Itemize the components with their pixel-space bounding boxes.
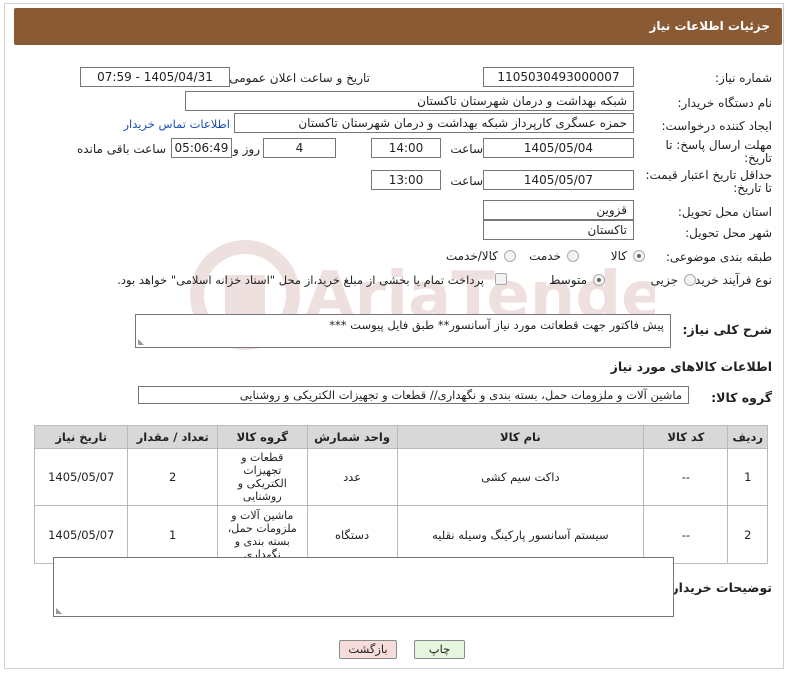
deadline-date-field: 1405/05/04 (483, 138, 634, 158)
province-label: استان محل تحویل: (677, 205, 772, 219)
resize-grip-icon[interactable]: ◢ (138, 337, 144, 346)
deadline-label-2: تاریخ: (744, 151, 772, 165)
description-label: شرح کلی نیاز: (682, 322, 772, 337)
announce-date-label: تاریخ و ساعت اعلان عمومی: (225, 71, 370, 85)
goods-table: ردیف کد کالا نام کالا واحد شمارش گروه کا… (33, 425, 768, 564)
treasury-payment-checkbox[interactable] (495, 273, 507, 285)
category-both-label: کالا/خدمت (445, 249, 498, 263)
cell-date: 1405/05/07 (33, 448, 129, 506)
category-both-radio[interactable] (504, 250, 516, 262)
buyer-notes-text (54, 558, 673, 564)
cell-code: -- (643, 505, 729, 564)
buyer-org-field: شبکه بهداشت و درمان شهرستان تاکستان (185, 91, 634, 111)
col-code: کد کالا (643, 425, 729, 449)
cell-unit: دستگاه (306, 505, 398, 564)
back-button[interactable]: بازگشت (339, 640, 397, 659)
col-qty: تعداد / مقدار (127, 425, 218, 449)
cell-row: 1 (727, 448, 768, 506)
resize-grip-icon[interactable]: ◢ (56, 606, 62, 615)
contact-info-link[interactable]: اطلاعات تماس خریدار (123, 117, 230, 131)
process-minor-radio[interactable] (684, 274, 696, 286)
process-minor-label: جزیی (650, 273, 678, 287)
cell-qty: 2 (127, 448, 218, 506)
description-textarea[interactable]: پیش فاکتور جهت قطعاتت مورد نیاز آسانسور*… (135, 314, 671, 348)
category-goods-radio[interactable] (633, 250, 645, 262)
cell-group: قطعات و تجهیزات الکتریکی و روشنایی (216, 448, 308, 506)
days-label: روز و (233, 142, 260, 156)
cell-unit: عدد (306, 448, 398, 506)
buyer-notes-label: توضیحات خریدار: (666, 580, 772, 595)
price-validity-label-2: تا تاریخ: (733, 181, 772, 195)
need-number-field: 1105030493000007 (483, 67, 634, 87)
category-label: طبقه بندی موضوعی: (665, 250, 772, 264)
goods-section-title: اطلاعات کالاهای مورد نیاز (610, 359, 772, 374)
announce-date-field: 1405/04/31 - 07:59 (80, 67, 230, 87)
price-validity-time-label: ساعت (450, 174, 483, 188)
goods-table-header: ردیف کد کالا نام کالا واحد شمارش گروه کا… (33, 425, 768, 449)
price-validity-label: حداقل تاریخ اعتبار قیمت: (645, 168, 772, 182)
process-medium-radio[interactable] (593, 274, 605, 286)
creator-field: حمزه عسگری کارپرداز شبکه بهداشت و درمان … (234, 113, 634, 133)
table-row: 1 -- داکت سیم کشی عدد قطعات و تجهیزات ال… (33, 448, 768, 506)
city-field: تاکستان (483, 220, 634, 240)
col-row: ردیف (727, 425, 768, 449)
process-medium-label: متوسط (549, 273, 587, 287)
panel-title: جزئیات اطلاعات نیاز (649, 19, 770, 33)
deadline-time-field: 14:00 (371, 138, 441, 158)
print-button[interactable]: چاپ (414, 640, 465, 659)
deadline-time-label: ساعت (450, 142, 483, 156)
cell-code: -- (643, 448, 729, 506)
table-row: 2 -- سیستم آسانسور پارکینگ وسیله نقلیه د… (33, 505, 768, 564)
goods-group-field: ماشین آلات و ملزومات حمل، بسته بندی و نگ… (138, 386, 689, 404)
process-type-label: نوع فرآیند خرید : (687, 273, 772, 287)
cell-name: سیستم آسانسور پارکینگ وسیله نقلیه (396, 505, 645, 564)
city-label: شهر محل تحویل: (685, 226, 772, 240)
remaining-time-field: 05:06:49 (171, 138, 232, 158)
cell-name: داکت سیم کشی (396, 448, 645, 506)
creator-label: ایجاد کننده درخواست: (661, 119, 772, 133)
buyer-org-label: نام دستگاه خریدار: (677, 96, 773, 110)
treasury-payment-note: پرداخت تمام یا بخشی از مبلغ خرید،از محل … (117, 273, 484, 287)
price-validity-date-field: 1405/05/07 (483, 170, 634, 190)
deadline-label: مهلت ارسال پاسخ: تا (665, 138, 772, 152)
category-service-label: خدمت (529, 249, 561, 263)
cell-group: ماشین آلات و ملزومات حمل، بسته بندی و نگ… (216, 505, 308, 564)
cell-date: 1405/05/07 (33, 505, 129, 564)
col-group: گروه کالا (216, 425, 308, 449)
category-service-radio[interactable] (567, 250, 579, 262)
col-unit: واحد شمارش (306, 425, 398, 449)
need-number-label: شماره نیاز: (715, 71, 772, 85)
col-date: تاریخ نیاز (33, 425, 129, 449)
province-field: قزوین (483, 200, 634, 220)
cell-row: 2 (727, 505, 768, 564)
cell-qty: 1 (127, 505, 218, 564)
col-name: نام کالا (396, 425, 645, 449)
buyer-notes-textarea[interactable]: ◢ (53, 557, 674, 617)
goods-group-label: گروه کالا: (711, 390, 772, 405)
description-text: پیش فاکتور جهت قطعاتت مورد نیاز آسانسور*… (329, 318, 664, 332)
remaining-time-label: ساعت باقی مانده (76, 142, 166, 156)
price-validity-time-field: 13:00 (371, 170, 441, 190)
days-remaining-field: 4 (263, 138, 336, 158)
panel-header: جزئیات اطلاعات نیاز (14, 8, 782, 45)
category-goods-label: کالا (610, 249, 627, 263)
